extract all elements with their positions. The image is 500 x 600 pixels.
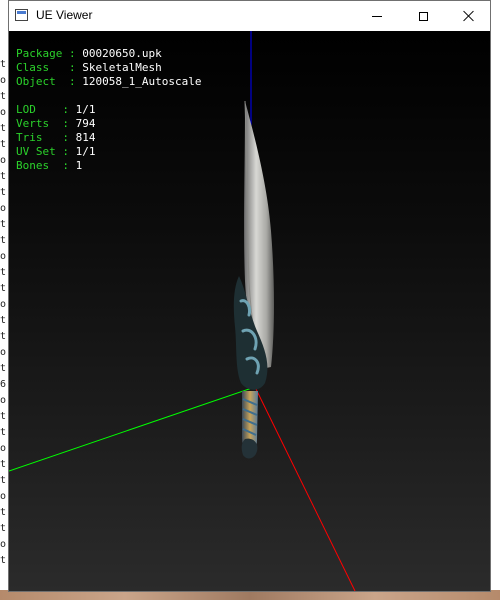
- console-char: o: [0, 443, 7, 454]
- info-label: Package :: [16, 47, 83, 60]
- console-char: t: [0, 171, 7, 182]
- info-row: Object : 120058_1_Autoscale: [16, 75, 201, 89]
- minimize-button[interactable]: [354, 1, 400, 31]
- console-char: o: [0, 251, 7, 262]
- console-char: t: [0, 123, 7, 134]
- info-value: 794: [75, 117, 96, 130]
- console-char: o: [0, 107, 7, 118]
- close-button[interactable]: [446, 1, 492, 31]
- console-char: t: [0, 331, 7, 342]
- info-row: Class : SkeletalMesh: [16, 61, 201, 75]
- console-char: o: [0, 75, 7, 86]
- info-row: Tris : 814: [16, 131, 95, 145]
- info-label: Verts :: [16, 117, 76, 130]
- console-char: t: [0, 59, 7, 70]
- info-row: Package : 00020650.upk: [16, 47, 201, 61]
- console-char: t: [0, 219, 7, 230]
- info-label: UV Set :: [16, 145, 76, 158]
- mesh-stats-panel: LOD : 1/1 Verts : 794 Tris : 814 UV Set : 1…: [16, 103, 95, 173]
- info-row: Bones : 1: [16, 159, 95, 173]
- console-char: t: [0, 427, 7, 438]
- console-char: o: [0, 203, 7, 214]
- console-char: t: [0, 411, 7, 422]
- info-value: 1/1: [75, 103, 96, 116]
- maximize-button[interactable]: [400, 1, 446, 31]
- minimize-icon: [372, 15, 382, 17]
- console-char: t: [0, 507, 7, 518]
- info-label: Object :: [16, 75, 83, 88]
- info-value: SkeletalMesh: [82, 61, 162, 74]
- info-label: Class :: [16, 61, 83, 74]
- console-char: t: [0, 363, 7, 374]
- info-label: Bones :: [16, 159, 76, 172]
- console-char: o: [0, 395, 7, 406]
- 3d-viewport[interactable]: Package : 00020650.upk Class : SkeletalMe…: [9, 31, 490, 591]
- console-char: o: [0, 347, 7, 358]
- info-row: LOD : 1/1: [16, 103, 95, 117]
- info-row: Verts : 794: [16, 117, 95, 131]
- console-char: t: [0, 523, 7, 534]
- console-char: t: [0, 459, 7, 470]
- info-label: Tris :: [16, 131, 76, 144]
- console-char: t: [0, 315, 7, 326]
- console-char: 6: [0, 379, 7, 390]
- info-value: 1/1: [75, 145, 96, 158]
- info-value: 814: [75, 131, 96, 144]
- console-char: t: [0, 91, 7, 102]
- console-char: t: [0, 555, 7, 566]
- desktop-right-strip: [491, 0, 500, 600]
- info-row: UV Set : 1/1: [16, 145, 95, 159]
- y-axis-line: [9, 386, 256, 472]
- x-axis-line: [254, 386, 356, 591]
- console-char: t: [0, 139, 7, 150]
- info-value: 120058_1_Autoscale: [82, 75, 202, 88]
- window-title: UE Viewer: [36, 8, 93, 22]
- info-value: 00020650.upk: [82, 47, 162, 60]
- title-bar[interactable]: UE Viewer: [9, 1, 490, 31]
- dagger-pommel: [241, 438, 258, 459]
- console-char: t: [0, 187, 7, 198]
- mesh-info-panel: Package : 00020650.upk Class : SkeletalMe…: [16, 47, 201, 89]
- console-char: o: [0, 491, 7, 502]
- info-label: LOD :: [16, 103, 76, 116]
- ue-viewer-window[interactable]: UE Viewer Package: 00020650.upk Class:…: [8, 0, 491, 592]
- app-window-icon: [15, 9, 28, 21]
- console-char: o: [0, 299, 7, 310]
- console-char: o: [0, 155, 7, 166]
- console-char: t: [0, 475, 7, 486]
- console-char: t: [0, 267, 7, 278]
- console-char: t: [0, 235, 7, 246]
- console-char: o: [0, 539, 7, 550]
- maximize-icon: [418, 11, 428, 21]
- close-icon: [463, 10, 475, 22]
- console-char: t: [0, 283, 7, 294]
- info-value: 1: [75, 159, 83, 172]
